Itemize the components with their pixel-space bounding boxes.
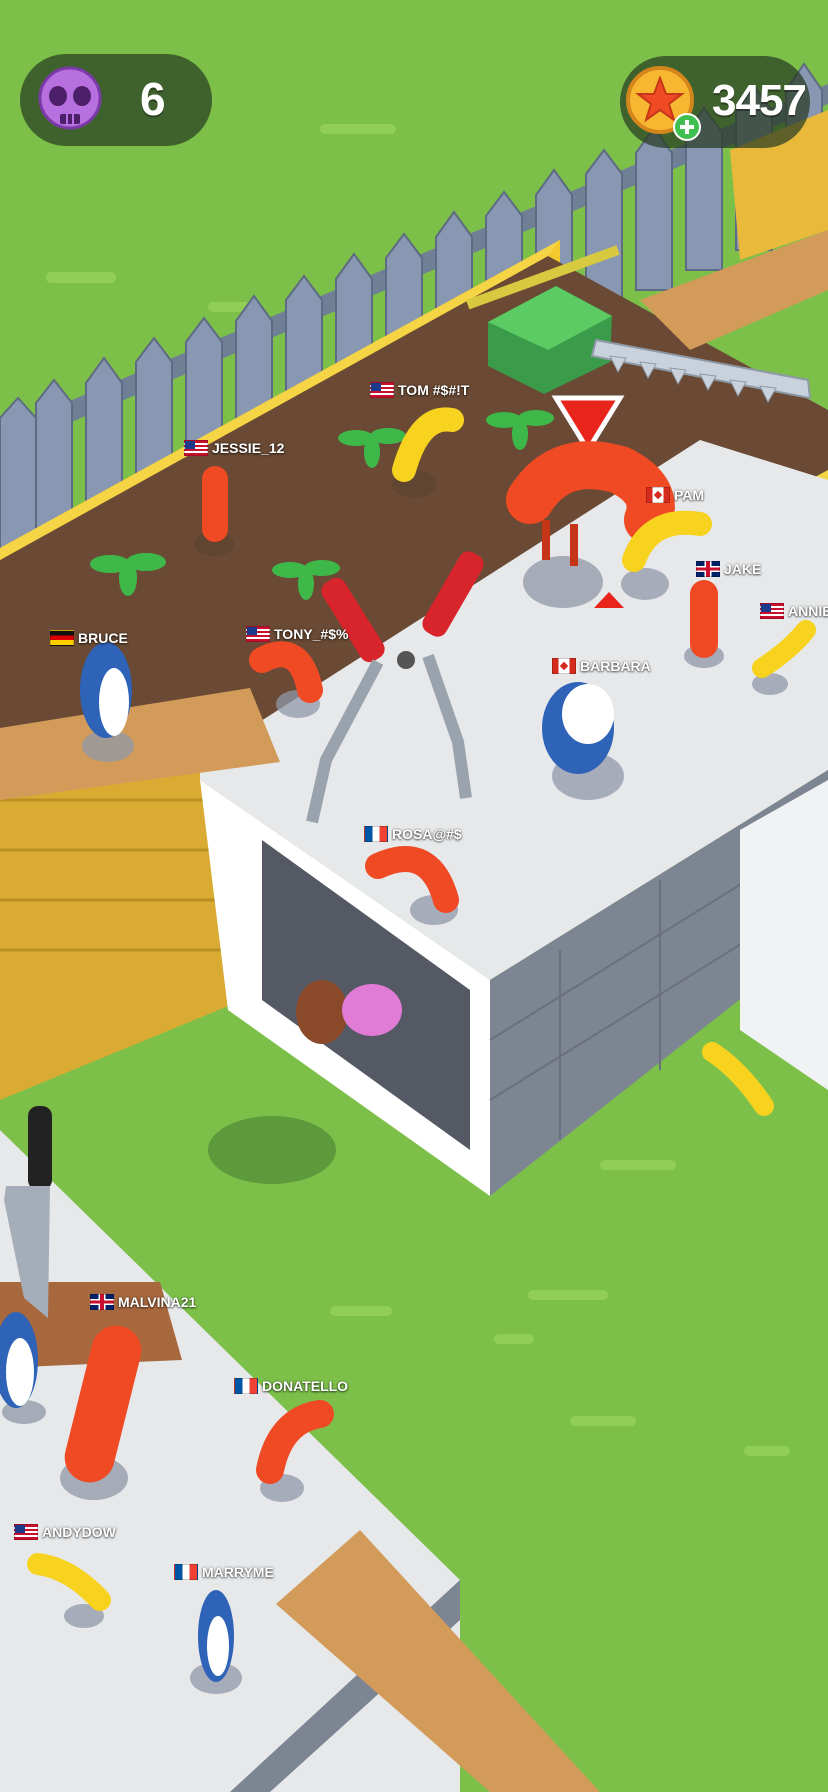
player-name: JESSIE_12 bbox=[212, 440, 285, 456]
character-marryme-shark bbox=[198, 1590, 234, 1682]
player-name: TONY_#$% bbox=[274, 626, 349, 642]
skull-icon bbox=[36, 66, 104, 134]
player-tag-annie: ANNIE bbox=[760, 603, 828, 619]
player-tag-bruce: BRUCE bbox=[50, 630, 128, 646]
player-tag-rosa: ROSA@#$ bbox=[364, 826, 462, 842]
ground-splat bbox=[208, 1116, 336, 1184]
player-name: MALVINA21 bbox=[118, 1294, 197, 1310]
player-tag-tom: TOM #$#!T bbox=[370, 382, 469, 398]
flag-gb-icon bbox=[696, 561, 720, 577]
flag-ca-icon bbox=[646, 487, 670, 503]
kills-counter: 6 bbox=[20, 54, 212, 146]
flag-us-icon bbox=[246, 626, 270, 642]
character-jake-sausage bbox=[690, 580, 718, 658]
flag-gb-icon bbox=[90, 1294, 114, 1310]
player-name: ANNIE bbox=[788, 603, 828, 619]
coins-counter[interactable]: 3457 bbox=[620, 56, 810, 148]
flag-de-icon bbox=[50, 630, 74, 646]
player-name: TOM #$#!T bbox=[398, 382, 470, 398]
game-scene bbox=[0, 0, 828, 1792]
player-name: BARBARA bbox=[580, 658, 651, 674]
flag-ca-icon bbox=[552, 658, 576, 674]
player-name: PAM bbox=[674, 487, 705, 503]
player-tag-barbara: BARBARA bbox=[552, 658, 651, 674]
player-name: BRUCE bbox=[78, 630, 128, 646]
player-tag-donatello: DONATELLO bbox=[234, 1378, 348, 1394]
player-tag-jessie: JESSIE_12 bbox=[184, 440, 284, 456]
player-name: JAKE bbox=[724, 561, 762, 577]
player-tag-malvina: MALVINA21 bbox=[90, 1294, 196, 1310]
flag-fr-icon bbox=[234, 1378, 258, 1394]
player-tag-andydow: ANDYDOW bbox=[14, 1524, 116, 1540]
player-tag-tony: TONY_#$% bbox=[246, 626, 348, 642]
character-barbara-shark bbox=[542, 682, 614, 774]
flag-us-icon bbox=[184, 440, 208, 456]
player-name: ROSA@#$ bbox=[392, 826, 462, 842]
character-bruce-shark bbox=[80, 642, 132, 738]
flag-fr-icon bbox=[364, 826, 388, 842]
player-tag-marryme: MARRYME bbox=[174, 1564, 274, 1580]
flag-fr-icon bbox=[174, 1564, 198, 1580]
star-coin-icon[interactable] bbox=[624, 64, 702, 142]
player-name: ANDYDOW bbox=[42, 1524, 116, 1540]
kills-count: 6 bbox=[140, 73, 166, 125]
plus-icon[interactable] bbox=[672, 112, 702, 142]
player-name: MARRYME bbox=[202, 1564, 274, 1580]
flag-us-icon bbox=[760, 603, 784, 619]
player-name: DONATELLO bbox=[262, 1378, 349, 1394]
player-tag-jake: JAKE bbox=[696, 561, 761, 577]
coins-count: 3457 bbox=[712, 76, 807, 125]
flag-us-icon bbox=[370, 382, 394, 398]
flag-us-icon bbox=[14, 1524, 38, 1540]
character-jessie-sausage bbox=[202, 466, 228, 542]
player-tag-pam: PAM bbox=[646, 487, 704, 503]
